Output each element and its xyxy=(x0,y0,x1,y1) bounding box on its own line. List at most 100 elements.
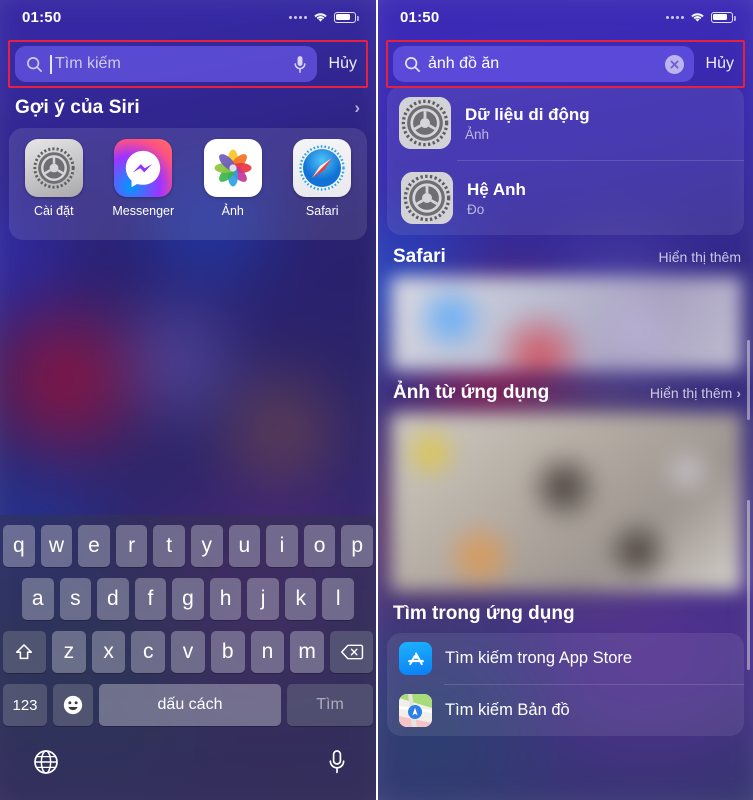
keyboard-row-2: a s d f g h j k l xyxy=(3,578,373,620)
clear-circle-icon[interactable] xyxy=(664,54,684,74)
result-text: Dữ liệu di động Ảnh xyxy=(465,105,590,142)
in-app-row-maps[interactable]: Tìm kiếm Bản đồ xyxy=(399,684,744,736)
key-y[interactable]: y xyxy=(191,525,223,567)
app-shortcut-safari[interactable]: Safari xyxy=(285,139,359,218)
result-subtitle: Ảnh xyxy=(465,126,490,142)
key-a[interactable]: a xyxy=(21,578,54,620)
key-h[interactable]: h xyxy=(209,578,242,620)
key-j[interactable]: j xyxy=(247,578,279,620)
chevron-right-icon[interactable]: › xyxy=(354,98,360,118)
cancel-button[interactable]: Hủy xyxy=(323,55,361,73)
key-i[interactable]: i xyxy=(266,525,298,567)
maps-icon xyxy=(399,694,432,727)
screenshot-stage: 01:50 Tìm kiếm Hủy Gợi ý của Siri › Cài … xyxy=(0,0,753,800)
wifi-icon xyxy=(312,11,329,23)
app-shortcut-messenger[interactable]: Messenger xyxy=(106,139,180,218)
key-d[interactable]: d xyxy=(97,578,129,620)
safari-icon xyxy=(293,139,352,197)
search-input[interactable]: ảnh đồ ăn xyxy=(393,46,694,82)
settings-icon xyxy=(24,139,83,197)
section-header-in-app: Tìm trong ứng dụng xyxy=(378,592,753,633)
numbers-key[interactable]: 123 xyxy=(3,684,47,726)
search-input[interactable]: Tìm kiếm xyxy=(15,46,317,82)
result-row-he-anh[interactable]: Hệ Anh Đo xyxy=(401,160,744,235)
scrollbar-thumb-upper[interactable] xyxy=(747,340,750,420)
left-phone-screen: 01:50 Tìm kiếm Hủy Gợi ý của Siri › Cài … xyxy=(0,0,376,800)
section-title: Tìm trong ứng dụng xyxy=(393,603,575,624)
section-title: Safari xyxy=(393,246,446,267)
cancel-button[interactable]: Hủy xyxy=(700,55,738,73)
key-p[interactable]: p xyxy=(341,525,373,567)
in-app-label: Tìm kiếm Bản đồ xyxy=(445,701,570,719)
result-row-mobile-data[interactable]: Dữ liệu di động Ảnh xyxy=(387,86,744,160)
safari-results-preview[interactable] xyxy=(390,276,743,371)
key-q[interactable]: q xyxy=(3,525,35,567)
key-l[interactable]: l xyxy=(322,578,355,620)
result-title: Dữ liệu di động xyxy=(465,104,590,124)
space-key[interactable]: dấu cách xyxy=(99,684,281,726)
app-shortcut-label: Ảnh xyxy=(221,204,244,218)
key-g[interactable]: g xyxy=(172,578,204,620)
in-app-row-app-store[interactable]: Tìm kiếm trong App Store xyxy=(387,633,744,684)
show-more-label: Hiển thị thêm xyxy=(649,385,733,401)
dictation-microphone-icon[interactable] xyxy=(327,749,347,775)
key-b[interactable]: b xyxy=(210,631,245,673)
key-c[interactable]: c xyxy=(131,631,166,673)
search-bar-region: Tìm kiếm Hủy xyxy=(0,40,376,88)
key-o[interactable]: o xyxy=(303,525,336,567)
key-e[interactable]: e xyxy=(78,525,110,567)
result-subtitle: Đo xyxy=(467,201,485,217)
globe-icon[interactable] xyxy=(33,749,59,775)
siri-app-suggestions: Cài đặt Messenger Ảnh Safari xyxy=(9,128,367,240)
key-v[interactable]: v xyxy=(171,631,205,673)
show-more-button-safari[interactable]: Hiển thị thêm xyxy=(659,249,741,265)
messenger-icon xyxy=(114,139,173,197)
result-text: Hệ Anh Đo xyxy=(467,180,526,217)
keyboard-bottom-bar xyxy=(3,737,373,775)
top-results-card: Dữ liệu di động Ảnh Hệ Anh Đo xyxy=(387,86,744,235)
battery-icon xyxy=(711,11,736,23)
on-screen-keyboard: q w e r t y u i o p a s d f g h j k l z … xyxy=(0,515,376,800)
shift-icon[interactable] xyxy=(2,631,46,673)
section-header-safari: Safari Hiển thị thêm xyxy=(378,235,753,276)
key-w[interactable]: w xyxy=(40,525,73,567)
text-caret xyxy=(50,54,52,74)
app-shortcut-label: Safari xyxy=(305,204,339,218)
key-m[interactable]: m xyxy=(290,631,325,673)
show-more-button-photos[interactable]: Hiển thị thêm › xyxy=(650,385,741,401)
wifi-icon xyxy=(689,11,706,23)
key-z[interactable]: z xyxy=(51,631,86,673)
key-r[interactable]: r xyxy=(115,525,148,567)
show-more-label: Hiển thị thêm xyxy=(658,249,741,265)
search-icon xyxy=(26,56,43,73)
app-shortcut-photos[interactable]: Ảnh xyxy=(196,139,270,218)
emoji-icon[interactable] xyxy=(53,684,93,726)
search-highlight-box: ảnh đồ ăn Hủy xyxy=(386,40,745,88)
key-n[interactable]: n xyxy=(250,631,285,673)
section-title: Ảnh từ ứng dụng xyxy=(393,382,550,403)
result-title: Hệ Anh xyxy=(467,179,526,199)
status-indicators xyxy=(289,11,359,23)
app-shortcut-label: Cài đặt xyxy=(33,204,74,218)
search-query-text: ảnh đồ ăn xyxy=(428,55,500,72)
key-s[interactable]: s xyxy=(59,578,92,620)
search-return-key[interactable]: Tìm xyxy=(287,684,373,726)
microphone-icon[interactable] xyxy=(293,55,307,74)
signal-dots-icon xyxy=(289,15,307,19)
key-u[interactable]: u xyxy=(228,525,261,567)
key-k[interactable]: k xyxy=(284,578,317,620)
key-x[interactable]: x xyxy=(91,631,126,673)
siri-suggestions-header: Gợi ý của Siri › xyxy=(0,97,376,119)
backspace-icon[interactable] xyxy=(330,631,374,673)
search-results-list: Dữ liệu di động Ảnh Hệ Anh Đo Safari Hiể… xyxy=(378,86,753,800)
keyboard-row-3: z x c v b n m xyxy=(2,631,374,673)
keyboard-row-1: q w e r t y u i o p xyxy=(3,525,373,567)
photos-results-preview[interactable] xyxy=(390,412,743,592)
chevron-right-icon: › xyxy=(736,385,741,401)
scrollbar-thumb-lower[interactable] xyxy=(747,500,750,670)
key-f[interactable]: f xyxy=(134,578,167,620)
in-app-label: Tìm kiếm trong App Store xyxy=(445,649,633,667)
search-placeholder-label: Tìm kiếm xyxy=(55,55,121,72)
key-t[interactable]: t xyxy=(153,525,185,567)
app-shortcut-settings[interactable]: Cài đặt xyxy=(17,139,91,218)
